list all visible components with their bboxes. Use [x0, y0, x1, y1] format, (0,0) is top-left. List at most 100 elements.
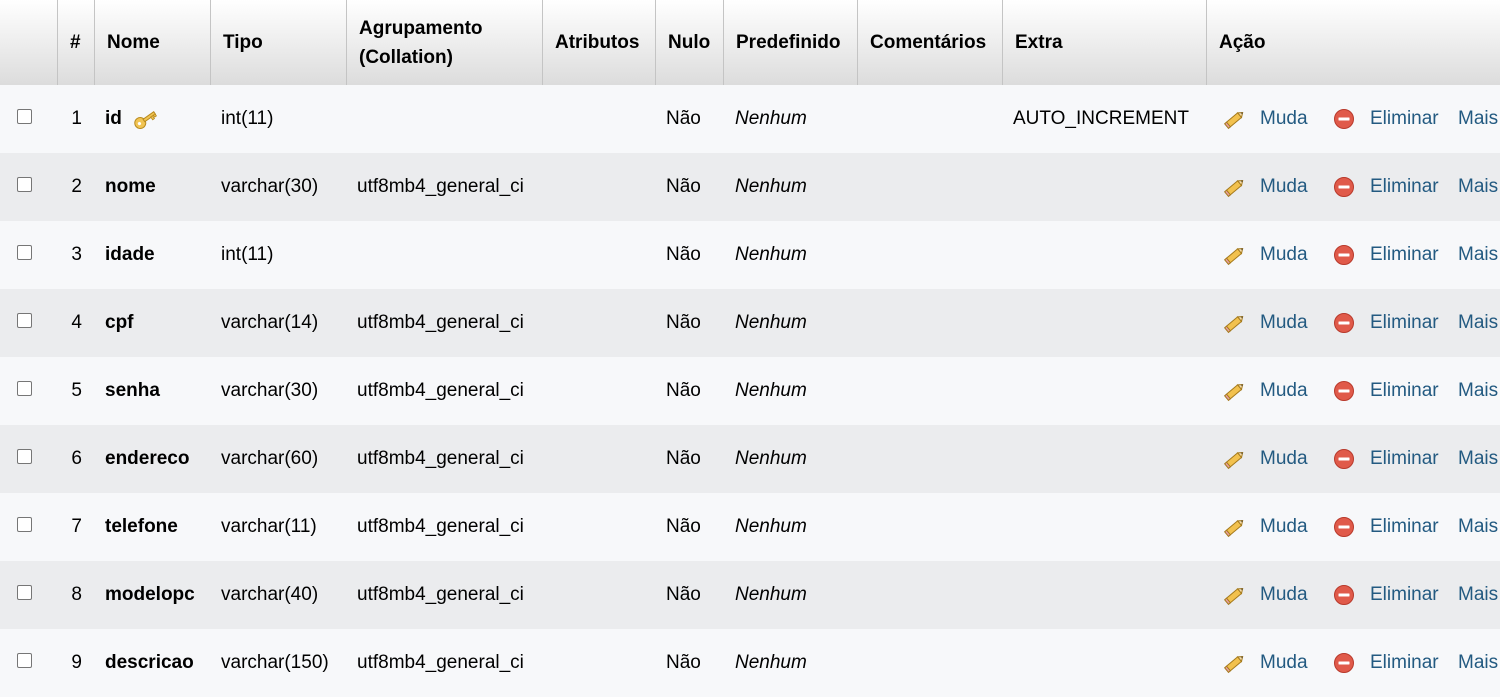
- column-default: Nenhum: [735, 176, 807, 197]
- column-default: Nenhum: [735, 584, 807, 605]
- edit-link[interactable]: Muda: [1223, 493, 1308, 561]
- edit-link[interactable]: Muda: [1223, 561, 1308, 629]
- more-link[interactable]: Mais: [1458, 289, 1498, 357]
- drop-circle-icon: [1333, 108, 1362, 130]
- header-comments[interactable]: Comentários: [857, 0, 1002, 85]
- column-name: id: [105, 85, 160, 153]
- more-link[interactable]: Mais: [1458, 561, 1498, 629]
- edit-link[interactable]: Muda: [1223, 629, 1308, 697]
- header-null[interactable]: Nulo: [655, 0, 723, 85]
- header-name[interactable]: Nome: [94, 0, 210, 85]
- header-attributes[interactable]: Atributos: [542, 0, 655, 85]
- edit-label: Muda: [1260, 652, 1308, 673]
- drop-link[interactable]: Eliminar: [1333, 425, 1439, 493]
- edit-link[interactable]: Muda: [1223, 289, 1308, 357]
- header-collation[interactable]: Agrupamento (Collation): [346, 0, 542, 85]
- row-number: 8: [71, 584, 82, 605]
- edit-link[interactable]: Muda: [1223, 425, 1308, 493]
- pencil-icon: [1223, 379, 1254, 403]
- column-type: varchar(11): [221, 516, 317, 537]
- pencil-icon: [1223, 311, 1254, 335]
- more-label: Mais: [1458, 244, 1499, 265]
- drop-circle-icon: [1333, 244, 1362, 266]
- column-name-text: cpf: [105, 312, 134, 333]
- column-null: Não: [666, 244, 701, 265]
- column-name: idade: [105, 221, 155, 289]
- edit-label: Muda: [1260, 176, 1308, 197]
- column-name-text: telefone: [105, 516, 178, 537]
- row-number: 1: [71, 108, 82, 129]
- more-label: Mais: [1458, 448, 1499, 469]
- column-name: senha: [105, 357, 160, 425]
- header-type[interactable]: Tipo: [210, 0, 346, 85]
- table-row: 8 modelopc varchar(40) utf8mb4_general_ci Nã…: [0, 561, 1500, 629]
- edit-link[interactable]: Muda: [1223, 153, 1308, 221]
- column-null: Não: [666, 584, 701, 605]
- drop-label: Eliminar: [1370, 108, 1439, 129]
- header-number: #: [57, 0, 94, 85]
- more-link[interactable]: Mais: [1458, 221, 1498, 289]
- drop-circle-icon: [1333, 312, 1362, 334]
- edit-link[interactable]: Muda: [1223, 357, 1308, 425]
- table-row: 1 id int(11) Não Nenhum AUTO_INCREMENT Muda Eli…: [0, 85, 1500, 153]
- edit-label: Muda: [1260, 516, 1308, 537]
- pencil-icon: [1223, 243, 1254, 267]
- more-label: Mais: [1458, 108, 1499, 129]
- more-link[interactable]: Mais: [1458, 153, 1498, 221]
- header-action: Ação: [1206, 0, 1500, 85]
- drop-link[interactable]: Eliminar: [1333, 357, 1439, 425]
- more-label: Mais: [1458, 312, 1499, 333]
- column-collation: utf8mb4_general_ci: [357, 176, 524, 197]
- column-collation: utf8mb4_general_ci: [357, 312, 524, 333]
- table-row: 9 descricao varchar(150) utf8mb4_general_ci…: [0, 629, 1500, 697]
- drop-circle-icon: [1333, 380, 1362, 402]
- row-number: 3: [71, 244, 82, 265]
- drop-link[interactable]: Eliminar: [1333, 85, 1439, 153]
- drop-circle-icon: [1333, 448, 1362, 470]
- more-link[interactable]: Mais: [1458, 357, 1498, 425]
- edit-label: Muda: [1260, 244, 1308, 265]
- drop-link[interactable]: Eliminar: [1333, 289, 1439, 357]
- more-link[interactable]: Mais: [1458, 493, 1498, 561]
- edit-link[interactable]: Muda: [1223, 85, 1308, 153]
- more-label: Mais: [1458, 380, 1499, 401]
- column-type: varchar(30): [221, 380, 319, 401]
- row-number: 5: [71, 380, 82, 401]
- more-link[interactable]: Mais: [1458, 629, 1498, 697]
- drop-label: Eliminar: [1370, 448, 1439, 469]
- drop-label: Eliminar: [1370, 516, 1439, 537]
- drop-link[interactable]: Eliminar: [1333, 561, 1439, 629]
- column-collation: utf8mb4_general_ci: [357, 516, 524, 537]
- drop-label: Eliminar: [1370, 584, 1439, 605]
- header-collation-line2: (Collation): [359, 46, 453, 68]
- column-name-text: descricao: [105, 652, 194, 673]
- header-extra[interactable]: Extra: [1002, 0, 1206, 85]
- drop-label: Eliminar: [1370, 380, 1439, 401]
- column-name-text: idade: [105, 244, 155, 265]
- drop-link[interactable]: Eliminar: [1333, 629, 1439, 697]
- edit-label: Muda: [1260, 380, 1308, 401]
- edit-link[interactable]: Muda: [1223, 221, 1308, 289]
- drop-circle-icon: [1333, 516, 1362, 538]
- drop-label: Eliminar: [1370, 312, 1439, 333]
- more-link[interactable]: Mais: [1458, 85, 1498, 153]
- drop-link[interactable]: Eliminar: [1333, 221, 1439, 289]
- drop-label: Eliminar: [1370, 652, 1439, 673]
- more-link[interactable]: Mais: [1458, 425, 1498, 493]
- pencil-icon: [1223, 175, 1254, 199]
- column-default: Nenhum: [735, 244, 807, 265]
- column-name: endereco: [105, 425, 189, 493]
- drop-label: Eliminar: [1370, 244, 1439, 265]
- drop-label: Eliminar: [1370, 176, 1439, 197]
- column-name: modelopc: [105, 561, 195, 629]
- column-name-text: nome: [105, 176, 156, 197]
- drop-link[interactable]: Eliminar: [1333, 493, 1439, 561]
- column-name: telefone: [105, 493, 178, 561]
- column-name: cpf: [105, 289, 134, 357]
- drop-link[interactable]: Eliminar: [1333, 153, 1439, 221]
- pencil-icon: [1223, 447, 1254, 471]
- header-default[interactable]: Predefinido: [723, 0, 857, 85]
- edit-label: Muda: [1260, 448, 1308, 469]
- table-row: 2 nome varchar(30) utf8mb4_general_ci Não Nen…: [0, 153, 1500, 221]
- column-default: Nenhum: [735, 380, 807, 401]
